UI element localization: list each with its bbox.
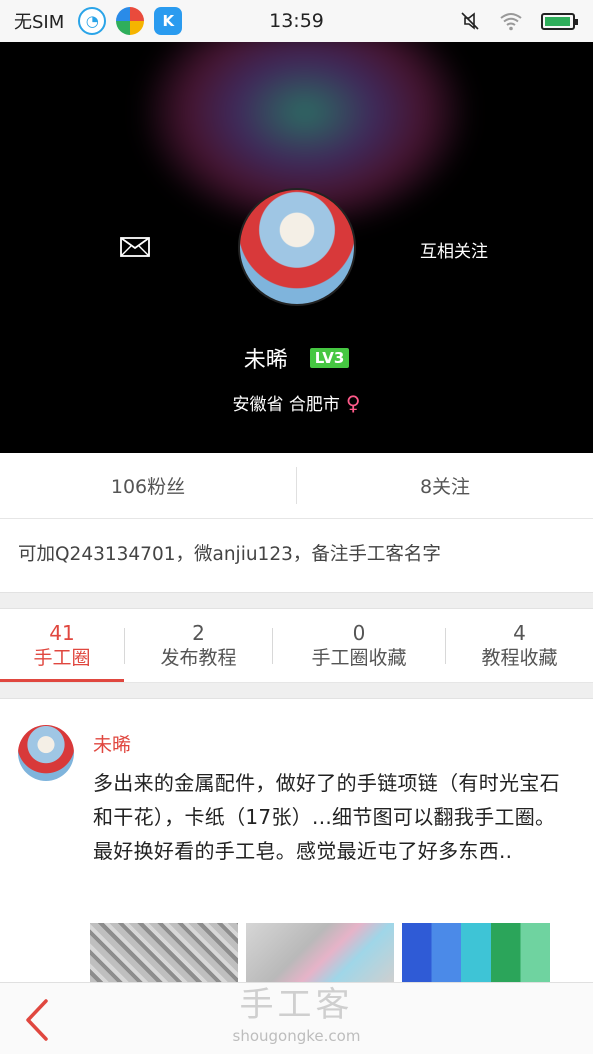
tab-label: 手工圈 bbox=[33, 647, 91, 669]
female-icon: ♀ bbox=[345, 390, 361, 415]
profile-tabs: 41 手工圈 2 发布教程 0 手工圈收藏 4 教程收藏 bbox=[0, 610, 593, 683]
status-bar: 无SIM ◔ K 13:59 bbox=[0, 0, 593, 42]
follow-status-button[interactable]: 互相关注 bbox=[420, 237, 488, 262]
fans-count[interactable]: 106粉丝 bbox=[0, 453, 296, 518]
post-image-jewelry[interactable] bbox=[246, 923, 394, 983]
location: 安徽省 合肥市 bbox=[232, 395, 340, 415]
post-text: 多出来的金属配件，做好了的手链项链（有时光宝石和干花），卡纸（17张）...细节… bbox=[93, 771, 560, 863]
tab-label: 教程收藏 bbox=[481, 647, 558, 669]
post-image-metal-parts[interactable] bbox=[90, 923, 238, 983]
tab-handcraft-circle[interactable]: 41 手工圈 bbox=[0, 610, 124, 682]
battery-level bbox=[545, 16, 570, 26]
watermark-logo: 手工客 bbox=[239, 985, 354, 1025]
tab-label: 发布教程 bbox=[160, 647, 237, 669]
tab-count: 2 bbox=[192, 621, 205, 645]
location-row: 安徽省 合肥市 ♀ bbox=[0, 390, 593, 416]
tab-label: 手工圈收藏 bbox=[311, 647, 407, 669]
post-author[interactable]: 未晞 bbox=[93, 730, 131, 757]
bio: 可加Q243134701，微anjiu123，备注手工客名字 bbox=[0, 520, 593, 592]
tab-count: 41 bbox=[49, 621, 75, 645]
username-row: 未晞 LV3 bbox=[0, 342, 593, 374]
stats-row: 106粉丝 8关注 bbox=[0, 453, 593, 519]
message-icon[interactable] bbox=[120, 237, 150, 257]
post-images bbox=[90, 923, 550, 983]
profile-header: 互相关注 未晞 LV3 安徽省 合肥市 ♀ bbox=[0, 42, 593, 453]
bottom-bar: 手工客 shougongke.com bbox=[0, 982, 593, 1054]
post-image-cardstock[interactable] bbox=[402, 923, 550, 983]
post-avatar[interactable] bbox=[18, 725, 74, 781]
back-arrow-icon[interactable] bbox=[20, 997, 56, 1043]
avatar[interactable] bbox=[238, 188, 356, 306]
tab-circle-favorites[interactable]: 0 手工圈收藏 bbox=[273, 610, 445, 682]
following-count[interactable]: 8关注 bbox=[297, 453, 593, 518]
tab-published-tutorials[interactable]: 2 发布教程 bbox=[125, 610, 272, 682]
username: 未晞 bbox=[243, 348, 288, 373]
tab-tutorial-favorites[interactable]: 4 教程收藏 bbox=[446, 610, 593, 682]
tab-count: 0 bbox=[352, 621, 366, 645]
tab-count: 4 bbox=[513, 621, 526, 645]
section-gap bbox=[0, 683, 593, 699]
post-card[interactable]: 未晞 多出来的金属配件，做好了的手链项链（有时光宝石和干花），卡纸（17张）..… bbox=[0, 700, 593, 983]
battery-icon bbox=[541, 12, 578, 30]
watermark: 手工客 shougongke.com bbox=[0, 983, 593, 1045]
status-right bbox=[459, 0, 578, 42]
mute-icon bbox=[461, 12, 479, 30]
section-gap bbox=[0, 592, 593, 609]
watermark-url: shougongke.com bbox=[232, 1027, 361, 1045]
wifi-icon bbox=[500, 13, 522, 31]
level-badge: LV3 bbox=[309, 348, 350, 368]
